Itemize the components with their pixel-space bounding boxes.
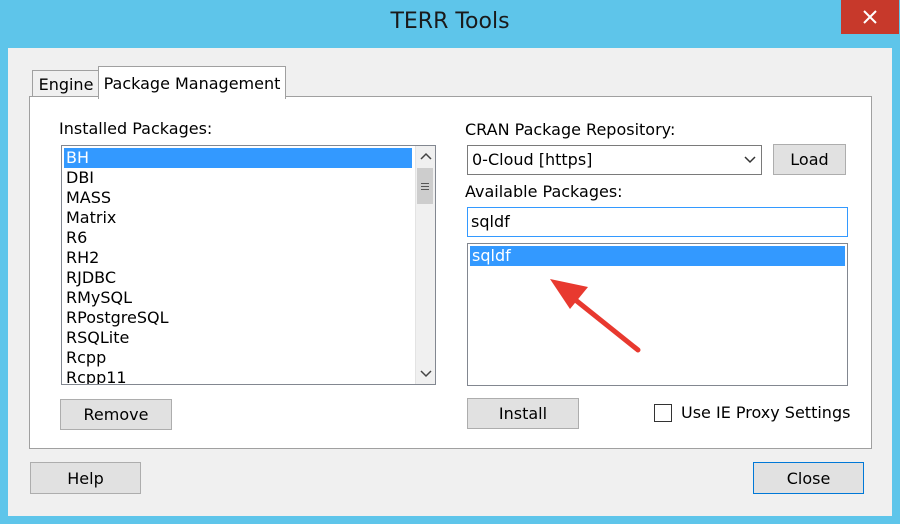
tab-package-management-label: Package Management — [103, 73, 281, 93]
terr-tools-window: TERR Tools Engine Package Management Ins… — [0, 0, 900, 524]
tab-package-management[interactable]: Package Management — [98, 66, 286, 99]
